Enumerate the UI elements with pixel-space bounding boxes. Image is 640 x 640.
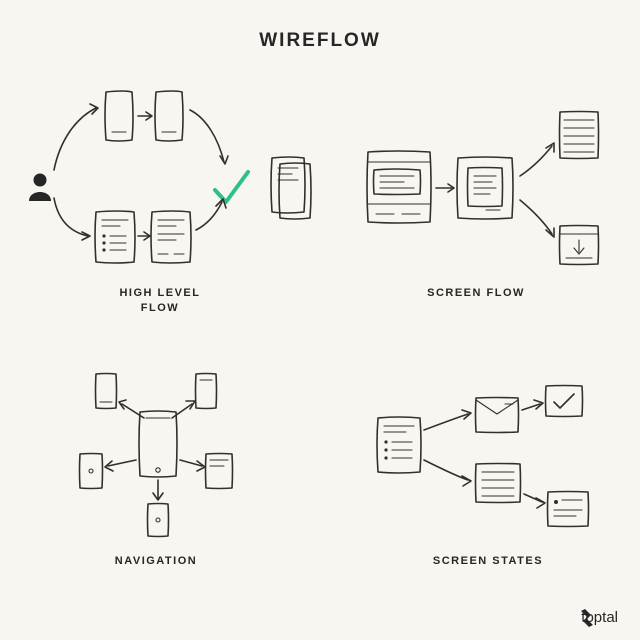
detail-screen xyxy=(548,492,589,527)
state-arrow xyxy=(522,400,543,410)
list-screen xyxy=(377,417,421,473)
section-label: NAVIGATION xyxy=(96,554,216,569)
diagram-canvas: WIREFLOW xyxy=(0,0,640,640)
list-screen xyxy=(476,464,521,503)
section-label: SCREEN FLOW xyxy=(406,286,546,301)
state-arrow xyxy=(524,494,545,508)
screen-states-diagram xyxy=(0,0,640,640)
state-arrow xyxy=(424,460,471,486)
brand-logo: toptal xyxy=(581,609,618,626)
state-arrow xyxy=(424,410,471,430)
success-screen xyxy=(546,386,583,417)
section-label: SCREEN STATES xyxy=(408,554,568,569)
section-label: HIGH LEVEL FLOW xyxy=(90,286,230,317)
toptal-icon xyxy=(581,609,595,627)
message-screen xyxy=(476,398,519,433)
